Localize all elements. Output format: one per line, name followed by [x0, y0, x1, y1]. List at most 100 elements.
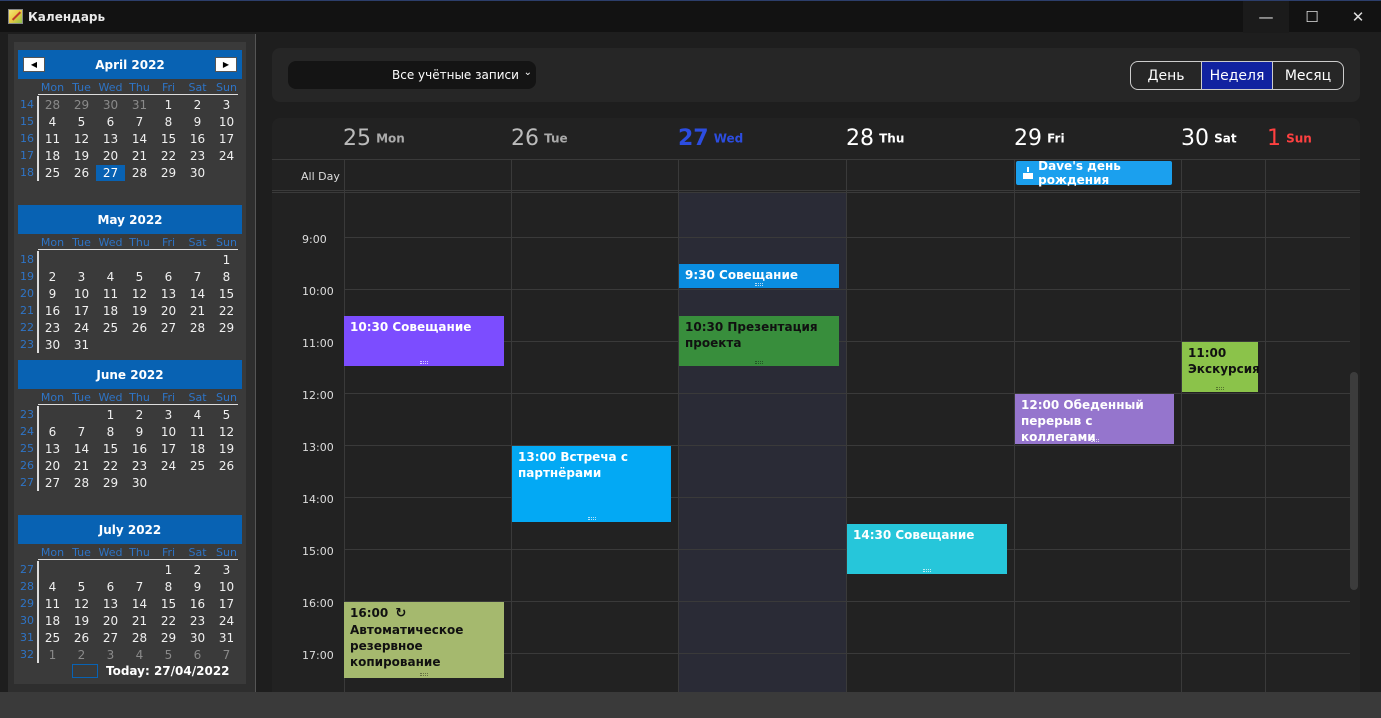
mini-calendar-day[interactable]: 3 — [154, 407, 183, 423]
mini-calendar-day[interactable]: 31 — [212, 630, 241, 646]
week-number[interactable]: 22 — [18, 321, 34, 334]
day-header[interactable]: 25 Mon — [343, 126, 405, 156]
mini-calendar-day[interactable]: 21 — [125, 148, 154, 164]
mini-calendar-day[interactable]: 11 — [96, 286, 125, 302]
mini-calendar-day[interactable]: 14 — [125, 131, 154, 147]
mini-calendar-day[interactable]: 4 — [38, 114, 67, 130]
mini-calendar-day[interactable]: 5 — [67, 114, 96, 130]
day-header[interactable]: 26 Tue — [511, 126, 568, 156]
mini-calendar-day[interactable]: 24 — [212, 613, 241, 629]
mini-calendar-day[interactable]: 14 — [125, 596, 154, 612]
mini-calendar-day[interactable]: 30 — [183, 630, 212, 646]
resize-grip[interactable] — [1090, 439, 1099, 442]
week-number[interactable]: 15 — [18, 115, 34, 128]
mini-calendar-day[interactable]: 27 — [38, 475, 67, 491]
week-number[interactable]: 20 — [18, 287, 34, 300]
mini-calendar-day[interactable]: 18 — [38, 613, 67, 629]
mini-calendar-day[interactable]: 1 — [38, 647, 67, 663]
mini-calendar-day[interactable]: 18 — [38, 148, 67, 164]
mini-calendar-day[interactable]: 29 — [212, 320, 241, 336]
mini-calendar-day[interactable]: 28 — [38, 97, 67, 113]
week-number[interactable]: 14 — [18, 98, 34, 111]
mini-calendar-day[interactable]: 10 — [67, 286, 96, 302]
mini-calendar-day[interactable]: 25 — [96, 320, 125, 336]
event-backup-mon[interactable]: 16:00 ↻ Автоматическое резервное копиров… — [344, 602, 504, 678]
mini-calendar-day[interactable]: 6 — [96, 114, 125, 130]
mini-calendar-day[interactable]: 4 — [183, 407, 212, 423]
mini-calendar-day[interactable]: 12 — [212, 424, 241, 440]
minimize-button[interactable]: — — [1243, 1, 1289, 33]
mini-calendar-day[interactable]: 17 — [212, 596, 241, 612]
mini-calendar-day[interactable]: 9 — [125, 424, 154, 440]
week-number[interactable]: 16 — [18, 132, 34, 145]
event-excursion-sat[interactable]: 11:00 Экскурсия — [1182, 342, 1260, 392]
mini-calendar-day[interactable]: 26 — [212, 458, 241, 474]
mini-calendar-day[interactable]: 3 — [96, 647, 125, 663]
mini-calendar-day[interactable]: 8 — [96, 424, 125, 440]
mini-calendar-day[interactable]: 18 — [183, 441, 212, 457]
mini-calendar-day[interactable]: 27 — [154, 320, 183, 336]
mini-calendar-day[interactable]: 11 — [38, 131, 67, 147]
mini-calendar-day[interactable]: 20 — [38, 458, 67, 474]
mini-calendar-day[interactable]: 15 — [96, 441, 125, 457]
mini-calendar-day[interactable]: 28 — [67, 475, 96, 491]
mini-calendar-day[interactable]: 15 — [212, 286, 241, 302]
mini-calendar-day[interactable]: 29 — [154, 165, 183, 181]
mini-calendar-day[interactable]: 7 — [183, 269, 212, 285]
prev-month-button[interactable]: ◀ — [23, 57, 45, 72]
mini-calendar-day[interactable]: 3 — [212, 562, 241, 578]
mini-calendar-day[interactable]: 15 — [154, 131, 183, 147]
mini-calendar-day[interactable]: 23 — [125, 458, 154, 474]
mini-calendar-day[interactable]: 26 — [67, 165, 96, 181]
day-header[interactable]: 27 Wed — [678, 126, 743, 156]
view-day-button[interactable]: День — [1131, 62, 1201, 89]
mini-calendar-day[interactable]: 7 — [125, 114, 154, 130]
resize-grip[interactable] — [420, 361, 428, 364]
mini-calendar-day[interactable]: 26 — [125, 320, 154, 336]
mini-calendar-day[interactable]: 14 — [67, 441, 96, 457]
week-number[interactable]: 18 — [18, 166, 34, 179]
mini-calendar-day[interactable]: 13 — [154, 286, 183, 302]
mini-calendar-day[interactable]: 10 — [212, 579, 241, 595]
allday-event-birthday[interactable]: Dave's день рождения — [1016, 159, 1172, 187]
vertical-scrollbar[interactable] — [1350, 372, 1358, 590]
mini-calendar-day[interactable]: 3 — [212, 97, 241, 113]
resize-grip[interactable] — [1216, 387, 1224, 390]
week-number[interactable]: 29 — [18, 597, 34, 610]
mini-calendar-day[interactable]: 19 — [67, 148, 96, 164]
mini-calendar-day[interactable]: 24 — [154, 458, 183, 474]
mini-calendar-day[interactable]: 5 — [212, 407, 241, 423]
mini-calendar-day[interactable]: 1 — [212, 252, 241, 268]
mini-calendar-day[interactable]: 28 — [183, 320, 212, 336]
mini-calendar-day[interactable]: 16 — [125, 441, 154, 457]
mini-calendar-day[interactable]: 12 — [67, 596, 96, 612]
mini-calendar-day[interactable]: 8 — [154, 579, 183, 595]
mini-calendar-day[interactable]: 16 — [38, 303, 67, 319]
event-meeting-thu[interactable]: 14:30 Совещание — [847, 524, 1007, 574]
view-week-button[interactable]: Неделя — [1201, 62, 1272, 89]
event-lunch-fri[interactable]: 12:00 Обеденный перерыв с коллегами — [1015, 394, 1174, 444]
resize-grip[interactable] — [755, 361, 763, 364]
mini-calendar-day[interactable]: 7 — [125, 579, 154, 595]
mini-calendar-day[interactable]: 25 — [183, 458, 212, 474]
mini-calendar-day[interactable]: 28 — [125, 165, 154, 181]
mini-calendar-day[interactable]: 5 — [125, 269, 154, 285]
mini-calendar-day[interactable]: 9 — [38, 286, 67, 302]
week-number[interactable]: 23 — [18, 338, 34, 351]
resize-grip[interactable] — [587, 517, 596, 520]
mini-calendar-day[interactable]: 11 — [183, 424, 212, 440]
mini-calendar-day[interactable]: 19 — [125, 303, 154, 319]
day-header[interactable]: 30 Sat — [1181, 126, 1237, 156]
mini-calendar-day[interactable]: 27 — [96, 630, 125, 646]
mini-calendar-day[interactable]: 13 — [96, 131, 125, 147]
mini-calendar-day[interactable]: 30 — [38, 337, 67, 353]
mini-calendar-day[interactable]: 23 — [183, 148, 212, 164]
mini-calendar-day[interactable]: 16 — [183, 596, 212, 612]
mini-calendar-day[interactable]: 30 — [125, 475, 154, 491]
week-number[interactable]: 26 — [18, 459, 34, 472]
mini-calendar-day[interactable]: 6 — [96, 579, 125, 595]
mini-calendar-day[interactable]: 12 — [67, 131, 96, 147]
mini-calendar-day[interactable]: 23 — [183, 613, 212, 629]
mini-calendar-day[interactable]: 9 — [183, 579, 212, 595]
mini-calendar-day[interactable]: 23 — [38, 320, 67, 336]
